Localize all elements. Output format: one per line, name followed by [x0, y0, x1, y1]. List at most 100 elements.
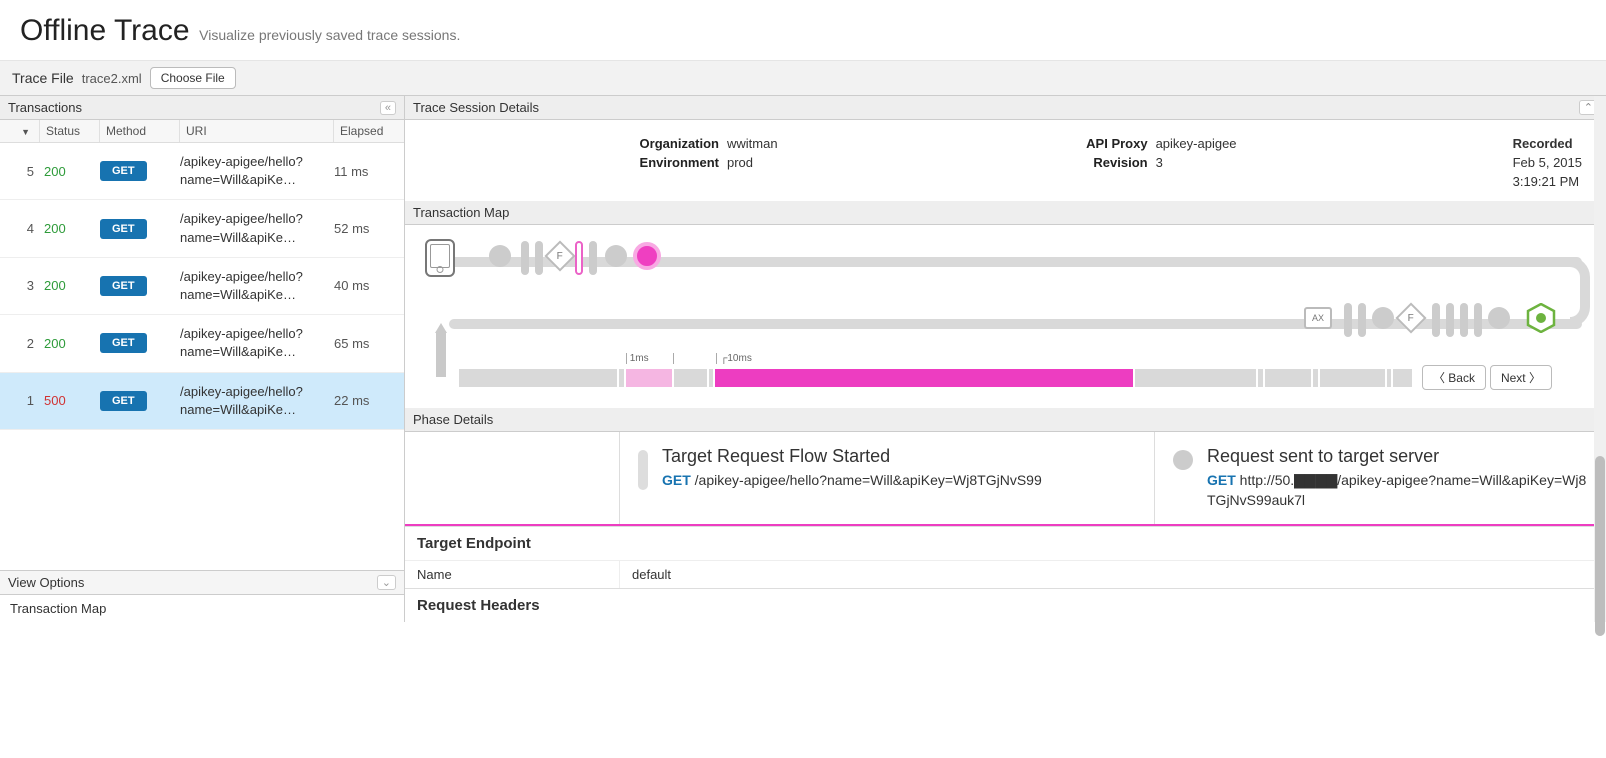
transaction-map-header: Transaction Map [405, 201, 1606, 225]
transactions-header: Transactions « [0, 96, 404, 120]
tracefile-bar: Trace File trace2.xml Choose File [0, 61, 1606, 96]
page-subtitle: Visualize previously saved trace session… [199, 27, 460, 43]
transaction-row[interactable]: 3200GET/apikey-apigee/hello?name=Will&ap… [0, 258, 404, 315]
flow-pill[interactable] [1344, 303, 1352, 337]
page-title: Offline Trace [20, 14, 190, 47]
session-metadata: Organization wwitman Environment prod API … [405, 120, 1606, 201]
flow-node[interactable] [1488, 307, 1510, 329]
phase-details-header: Phase Details [405, 408, 1606, 432]
tx-elapsed: 11 ms [334, 164, 404, 179]
view-options-title: View Options [8, 575, 84, 590]
recorded-date: Feb 5, 2015 [1513, 155, 1582, 170]
view-options-toggle-icon[interactable]: ⌄ [377, 575, 396, 590]
phase-left-title: Target Request Flow Started [662, 446, 1042, 467]
endpoint-name-value: default [620, 561, 1606, 588]
proxy-value: apikey-apigee [1156, 136, 1237, 151]
flow-condition-icon[interactable]: F [1400, 307, 1422, 329]
phase-right-request: GET http://50.▇▇▇▇/apikey-apigee?name=Wi… [1207, 471, 1588, 510]
tracefile-name: trace2.xml [82, 71, 142, 86]
transaction-map-title: Transaction Map [413, 205, 509, 220]
trace-session-details-header: Trace Session Details ⌃ [405, 96, 1606, 120]
flow-pill[interactable] [535, 241, 543, 275]
tx-index: 2 [0, 336, 40, 351]
tx-method: GET [100, 333, 180, 353]
trace-session-details-title: Trace Session Details [413, 100, 539, 115]
tx-index: 1 [0, 393, 40, 408]
scrollbar[interactable] [1594, 96, 1606, 622]
transactions-column-header: ▼ Status Method URI Elapsed [0, 120, 404, 143]
phase-pill-icon [638, 450, 648, 490]
env-value: prod [727, 155, 753, 170]
timing-bar[interactable]: 1ms ┌10ms [459, 369, 1412, 387]
col-method[interactable]: Method [100, 120, 180, 142]
flow-node[interactable] [489, 245, 511, 267]
collapse-left-icon[interactable]: « [380, 101, 396, 115]
transaction-row[interactable]: 5200GET/apikey-apigee/hello?name=Will&ap… [0, 143, 404, 200]
transaction-row[interactable]: 2200GET/apikey-apigee/hello?name=Will&ap… [0, 315, 404, 372]
flow-pill[interactable] [589, 241, 597, 275]
timing-label-10ms: ┌10ms [716, 353, 752, 364]
choose-file-button[interactable]: Choose File [150, 67, 236, 89]
flow-node[interactable] [1372, 307, 1394, 329]
tx-uri: /apikey-apigee/hello?name=Will&apiKe… [180, 153, 334, 189]
recorded-label: Recorded [1513, 136, 1582, 151]
proxy-label: API Proxy [1038, 136, 1148, 151]
tx-elapsed: 40 ms [334, 278, 404, 293]
transaction-row[interactable]: 4200GET/apikey-apigee/hello?name=Will&ap… [0, 200, 404, 257]
flow-pill[interactable] [1358, 303, 1366, 337]
tx-status: 200 [40, 278, 100, 293]
col-elapsed[interactable]: Elapsed [334, 120, 404, 142]
tx-index: 4 [0, 221, 40, 236]
tx-elapsed: 65 ms [334, 336, 404, 351]
return-arrow-icon [433, 319, 449, 379]
tx-status: 200 [40, 221, 100, 236]
target-endpoint-heading: Target Endpoint [405, 527, 1606, 560]
tx-uri: /apikey-apigee/hello?name=Will&apiKe… [180, 268, 334, 304]
tx-elapsed: 52 ms [334, 221, 404, 236]
env-label: Environment [609, 155, 719, 170]
request-headers-section: Request Headers [405, 588, 1606, 622]
phase-left-request: GET /apikey-apigee/hello?name=Will&apiKe… [662, 471, 1042, 491]
target-node-icon[interactable] [1526, 303, 1556, 333]
rev-label: Revision [1038, 155, 1148, 170]
view-option-transaction-map[interactable]: Transaction Map [10, 601, 394, 616]
request-headers-heading: Request Headers [405, 589, 1606, 622]
flow-pill[interactable] [1446, 303, 1454, 337]
tx-status: 500 [40, 393, 100, 408]
flow-pill[interactable] [521, 241, 529, 275]
tx-method: GET [100, 276, 180, 296]
tx-uri: /apikey-apigee/hello?name=Will&apiKe… [180, 325, 334, 361]
org-label: Organization [609, 136, 719, 151]
transaction-row[interactable]: 1500GET/apikey-apigee/hello?name=Will&ap… [0, 373, 404, 430]
phase-details: Target Request Flow Started GET /apikey-… [405, 432, 1606, 526]
flow-pill[interactable] [1474, 303, 1482, 337]
back-button[interactable]: 〈 Back [1422, 365, 1486, 390]
org-value: wwitman [727, 136, 778, 151]
tx-elapsed: 22 ms [334, 393, 404, 408]
tx-method: GET [100, 161, 180, 181]
target-endpoint-section: Target Endpoint Name default [405, 526, 1606, 588]
flow-pill[interactable] [1460, 303, 1468, 337]
sort-indicator[interactable]: ▼ [0, 120, 40, 142]
tx-index: 5 [0, 164, 40, 179]
flow-pill[interactable] [1432, 303, 1440, 337]
rev-value: 3 [1156, 155, 1163, 170]
tracefile-label: Trace File [12, 70, 74, 86]
col-uri[interactable]: URI [180, 120, 334, 142]
transaction-map: F AX F [405, 225, 1606, 408]
view-options-panel: View Options ⌄ Transaction Map [0, 570, 404, 622]
tx-method: GET [100, 391, 180, 411]
phase-details-title: Phase Details [413, 412, 493, 427]
recorded-time: 3:19:21 PM [1513, 174, 1582, 189]
tx-status: 200 [40, 336, 100, 351]
col-status[interactable]: Status [40, 120, 100, 142]
flow-condition-icon[interactable]: F [549, 245, 571, 267]
next-button[interactable]: Next 〉 [1490, 365, 1552, 390]
client-device-icon[interactable] [425, 239, 455, 277]
tx-index: 3 [0, 278, 40, 293]
flow-node[interactable] [605, 245, 627, 267]
tx-uri: /apikey-apigee/hello?name=Will&apiKe… [180, 383, 334, 419]
flow-policy-icon[interactable]: AX [1304, 307, 1332, 329]
flow-node-selected[interactable] [633, 242, 661, 270]
flow-pill[interactable] [575, 241, 583, 275]
